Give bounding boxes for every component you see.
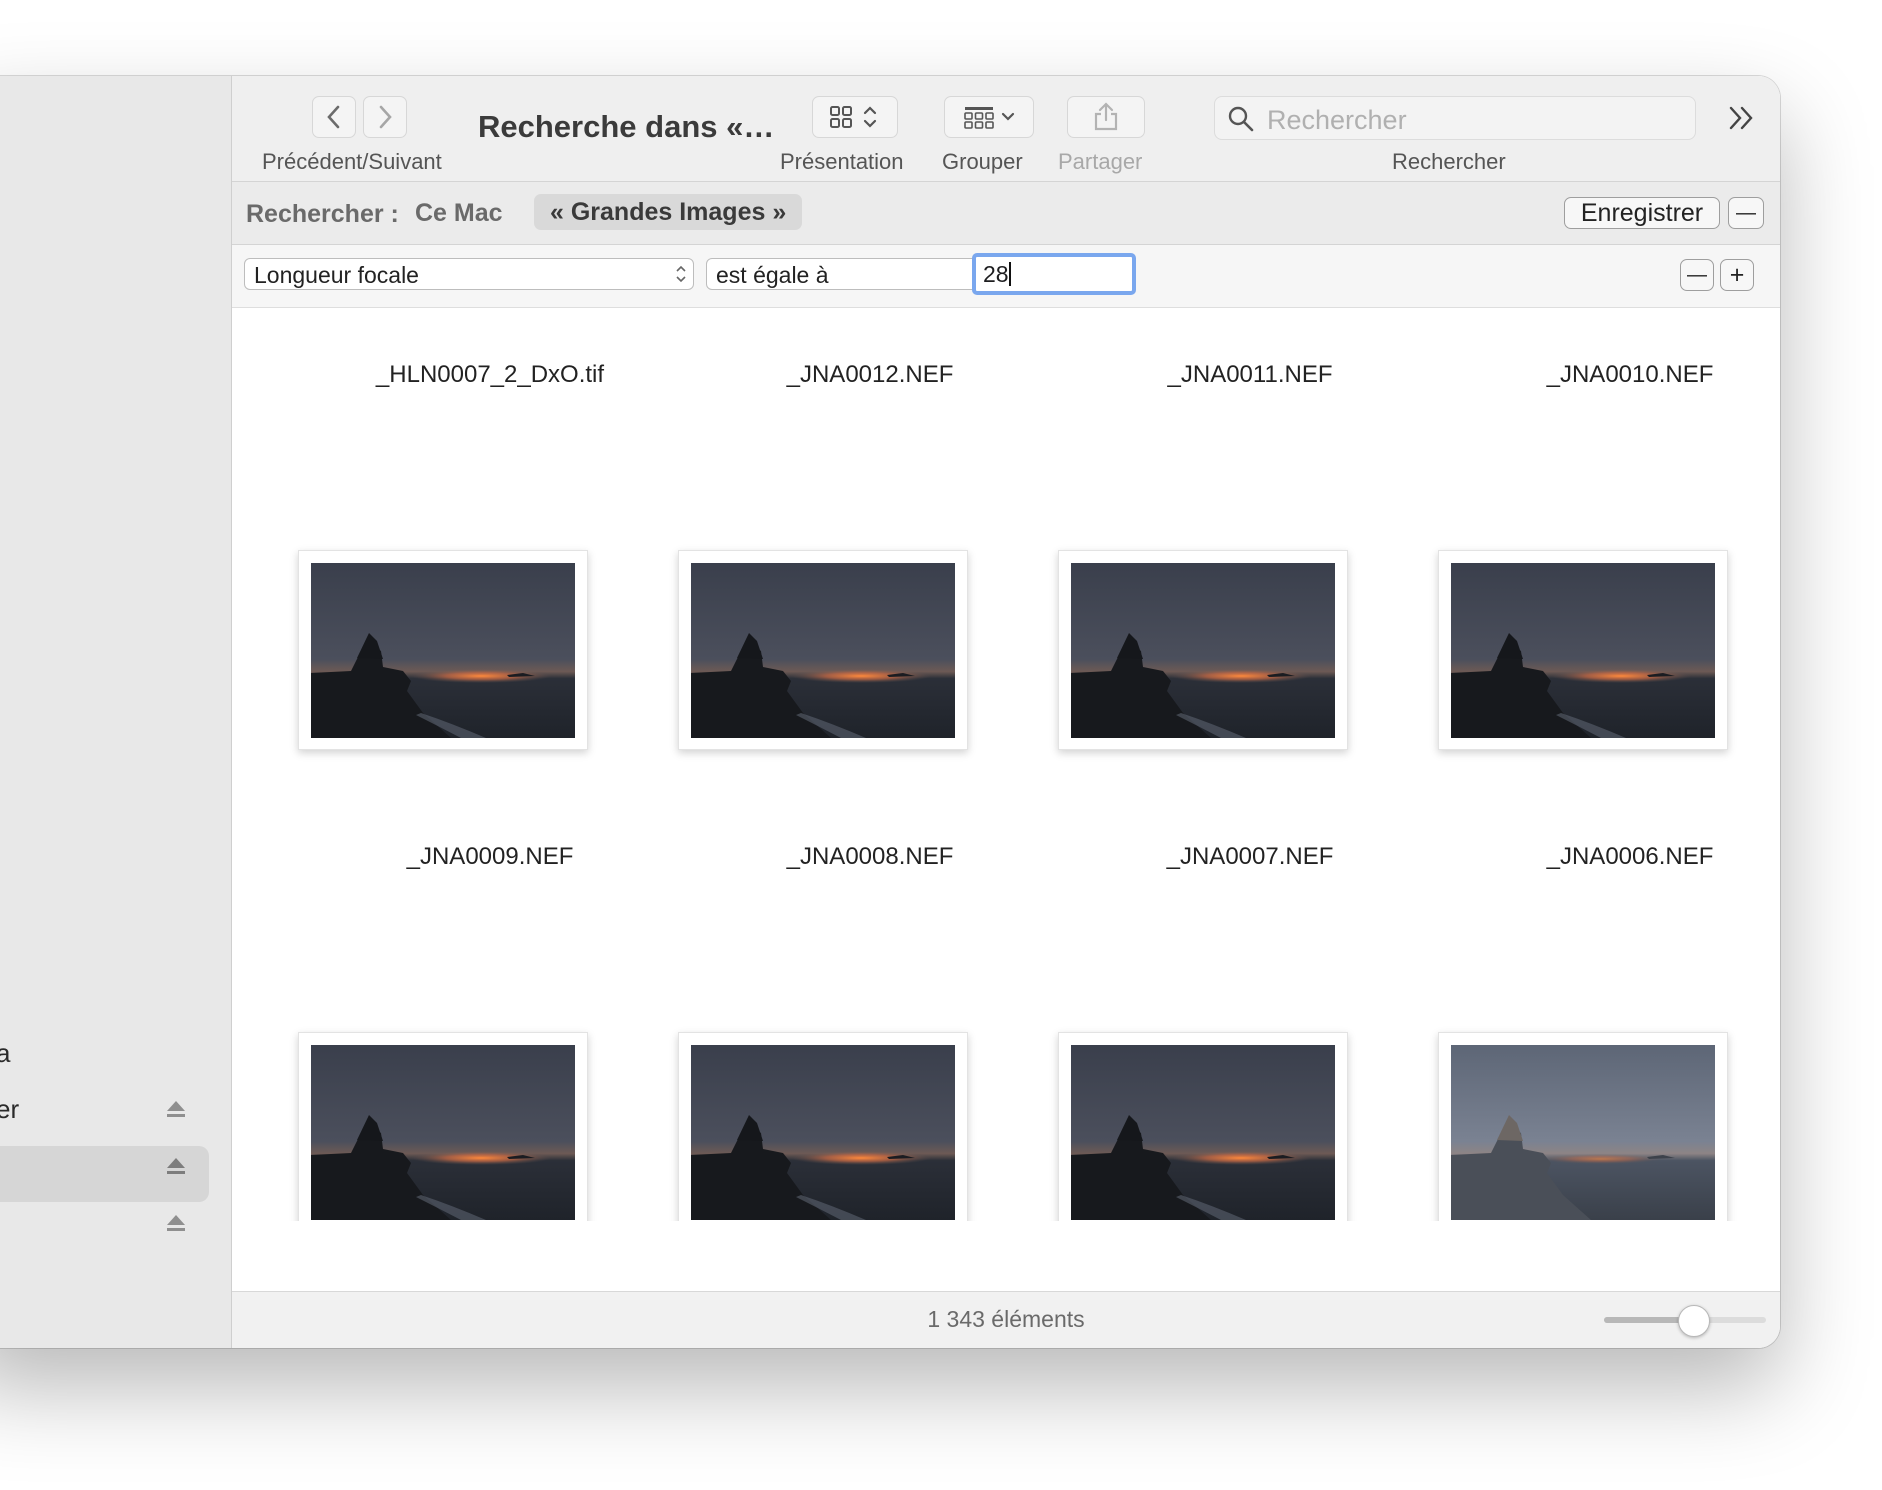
grid-view-icon: [830, 106, 877, 128]
forward-button[interactable]: [363, 96, 407, 138]
file-name[interactable]: _JNA0006.NEF: [1440, 843, 1780, 871]
sidebar-item-label[interactable]: er: [0, 1094, 19, 1125]
photo-thumbnail: [1451, 1045, 1715, 1220]
add-criteria-button[interactable]: +: [1720, 259, 1754, 291]
chevron-right-icon: [379, 105, 392, 129]
file-thumbnail[interactable]: [1058, 550, 1348, 750]
photo-thumbnail: [1071, 1045, 1335, 1220]
photo-thumbnail: [1071, 563, 1335, 738]
slider-knob[interactable]: [1678, 1305, 1710, 1337]
magnifier-icon: [1228, 106, 1254, 132]
search-placeholder: Rechercher: [1267, 105, 1407, 135]
file-name[interactable]: _JNA0008.NEF: [680, 843, 1060, 871]
operator-popup[interactable]: est égale à: [706, 258, 996, 290]
view-label: Présentation: [780, 149, 904, 174]
icon-grid: _HLN0007_2_DxO.tif _JNA0012.NEF _JNA0011…: [232, 308, 1780, 1221]
share-label: Partager: [1058, 149, 1143, 174]
finder-window: a er Précédent/Suivant Recherche dans «…: [0, 76, 1780, 1348]
chevron-left-icon: [327, 105, 340, 129]
toolbar: Précédent/Suivant Recherche dans «… Prés…: [232, 76, 1780, 182]
attribute-popup[interactable]: Longueur focale: [244, 258, 694, 290]
share-icon: [1094, 102, 1118, 131]
search-label: Rechercher: [1392, 149, 1506, 174]
attribute-value: Longueur focale: [254, 262, 419, 288]
scope-this-mac[interactable]: Ce Mac: [415, 199, 503, 228]
photo-thumbnail: [311, 563, 575, 738]
photo-thumbnail: [1451, 563, 1715, 738]
remove-criteria-button[interactable]: —: [1680, 259, 1714, 291]
file-thumbnail[interactable]: [298, 550, 588, 750]
file-name[interactable]: _HLN0007_2_DxO.tif: [300, 361, 680, 389]
search-field[interactable]: Rechercher: [1214, 96, 1696, 140]
file-name[interactable]: _JNA0011.NEF: [1060, 361, 1440, 389]
search-scope-bar: Rechercher : Ce Mac « Grandes Images » E…: [232, 182, 1780, 245]
file-name[interactable]: _JNA0007.NEF: [1060, 843, 1440, 871]
item-count: 1 343 éléments: [927, 1306, 1085, 1332]
icon-size-slider[interactable]: [1604, 1305, 1766, 1337]
save-search-button[interactable]: Enregistrer: [1564, 197, 1720, 229]
remove-scope-button[interactable]: —: [1728, 197, 1764, 229]
photo-thumbnail: [311, 1045, 575, 1220]
file-thumbnail[interactable]: [1438, 1032, 1728, 1221]
file-thumbnail[interactable]: [1058, 1032, 1348, 1221]
eject-icon[interactable]: [165, 1155, 187, 1177]
photo-thumbnail: [691, 563, 955, 738]
nav-label: Précédent/Suivant: [262, 149, 442, 174]
group-label: Grouper: [942, 149, 1023, 174]
scope-selected-folder[interactable]: « Grandes Images »: [534, 194, 803, 230]
file-name[interactable]: _JNA0012.NEF: [680, 361, 1060, 389]
criteria-value-input[interactable]: 28: [972, 253, 1136, 295]
eject-icon[interactable]: [165, 1098, 187, 1120]
status-bar: 1 343 éléments: [232, 1291, 1780, 1348]
scope-label: Rechercher :: [246, 200, 399, 228]
file-thumbnail[interactable]: [298, 1032, 588, 1221]
sidebar-item-label[interactable]: a: [0, 1038, 10, 1069]
search-criteria-row: Longueur focale est égale à 28 — +: [232, 245, 1780, 308]
main-pane: Précédent/Suivant Recherche dans «… Prés…: [232, 76, 1780, 1348]
operator-value: est égale à: [716, 262, 829, 288]
criteria-value-text: 28: [983, 261, 1009, 287]
group-icon: [964, 107, 1015, 129]
text-caret: [1008, 262, 1011, 286]
file-name[interactable]: _JNA0010.NEF: [1440, 361, 1780, 389]
group-button[interactable]: [944, 96, 1034, 138]
file-thumbnail[interactable]: [678, 1032, 968, 1221]
file-thumbnail[interactable]: [1438, 550, 1728, 750]
eject-icon[interactable]: [165, 1212, 187, 1234]
share-button[interactable]: [1067, 96, 1145, 138]
double-chevron-right-icon[interactable]: [1726, 104, 1758, 132]
sidebar: a er: [0, 76, 232, 1348]
back-button[interactable]: [312, 96, 356, 138]
file-name[interactable]: _JNA0009.NEF: [300, 843, 680, 871]
updown-chevron-icon: [676, 265, 686, 283]
photo-thumbnail: [691, 1045, 955, 1220]
window-title: Recherche dans «…: [478, 109, 775, 144]
view-button[interactable]: [812, 96, 898, 138]
file-thumbnail[interactable]: [678, 550, 968, 750]
